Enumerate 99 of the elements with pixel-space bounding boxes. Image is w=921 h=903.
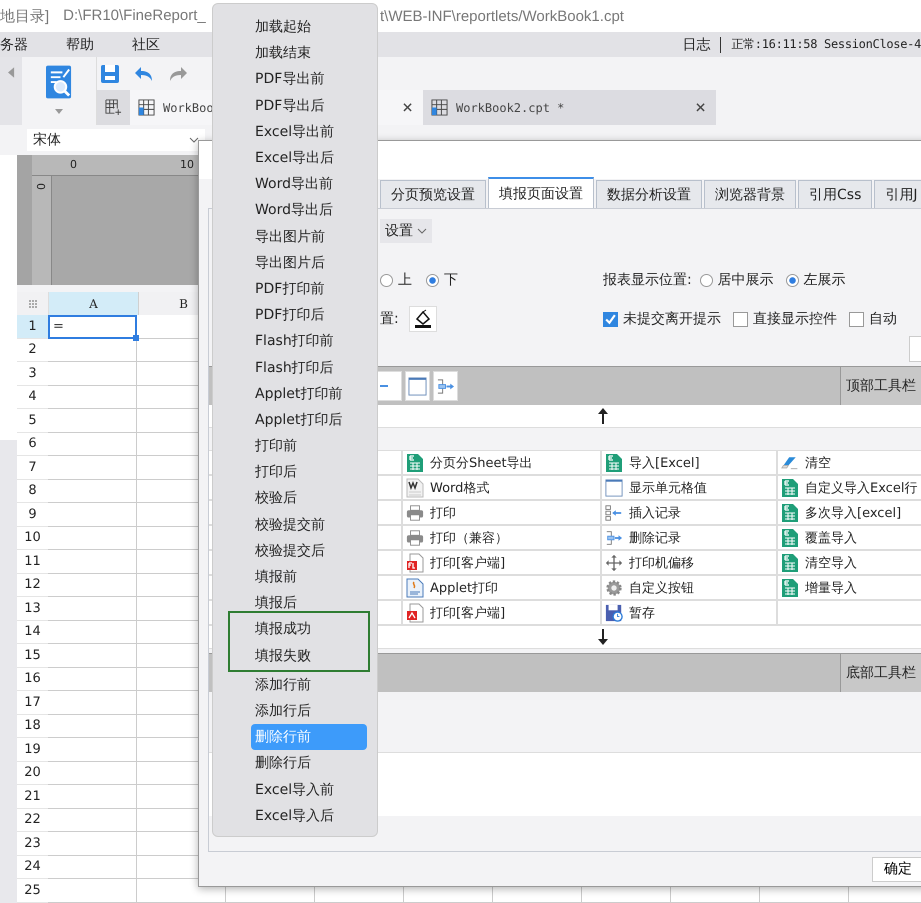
tab-label: WorkBoo bbox=[163, 100, 214, 114]
menu-item[interactable]: PDF导出后 bbox=[213, 92, 377, 119]
toolbar-option[interactable]: 打印[客户端] bbox=[401, 551, 600, 574]
toolbar-option[interactable]: Applet打印 bbox=[401, 576, 600, 599]
radio-label: 居中展示 bbox=[718, 271, 774, 289]
menu-item[interactable]: 打印后 bbox=[213, 459, 377, 486]
file-path: D:\FR10\FineReport_ bbox=[63, 6, 206, 26]
font-select[interactable]: 宋体 bbox=[27, 129, 205, 151]
tab[interactable]: 填报页面设置 bbox=[488, 177, 594, 208]
row-header[interactable]: 22 bbox=[17, 808, 48, 832]
menu-item[interactable]: Flash打印前 bbox=[213, 328, 377, 354]
menu-item[interactable]: 打印前 bbox=[213, 433, 377, 460]
window-title: 地目录] bbox=[0, 6, 50, 26]
menu-item[interactable]: Excel导出前 bbox=[213, 118, 377, 145]
column-header[interactable]: A bbox=[49, 292, 139, 315]
close-icon[interactable]: × bbox=[402, 97, 413, 118]
selected-cell[interactable]: = bbox=[48, 315, 137, 338]
row-header[interactable]: 14 bbox=[17, 620, 48, 644]
row-header[interactable]: 6 bbox=[17, 432, 48, 456]
menu-item[interactable]: 填报后 bbox=[213, 590, 377, 616]
row-header[interactable]: 2 bbox=[17, 338, 48, 362]
row-header[interactable]: 18 bbox=[17, 714, 48, 738]
toolbar-option[interactable]: Word格式 bbox=[401, 476, 600, 499]
ruler-label: 0 bbox=[70, 158, 77, 171]
menu-item[interactable]: 帮助 bbox=[66, 36, 94, 54]
toolbar-label: 底部工具栏 bbox=[840, 654, 921, 692]
row-header[interactable]: 12 bbox=[17, 574, 48, 597]
row-header[interactable]: 10 bbox=[17, 526, 48, 550]
field-label: 报表显示位置: bbox=[603, 271, 692, 289]
toolbar-option[interactable]: 自定义按钮 bbox=[600, 576, 776, 599]
toolbar-option[interactable]: 导入[Excel] bbox=[600, 451, 776, 474]
toolbar-option[interactable]: 增量导入 bbox=[776, 576, 921, 599]
menu-item[interactable]: 填报前 bbox=[213, 564, 377, 590]
menu-item[interactable]: PDF导出前 bbox=[213, 66, 377, 93]
close-icon[interactable]: × bbox=[695, 97, 706, 118]
menu-item[interactable]: 导出图片后 bbox=[213, 250, 377, 276]
row-header[interactable]: 16 bbox=[17, 668, 48, 691]
menu-item[interactable]: Applet打印后 bbox=[213, 406, 377, 433]
row-header[interactable]: 8 bbox=[17, 480, 48, 503]
menu-item[interactable]: Excel导出后 bbox=[213, 144, 377, 172]
ok-button[interactable]: 确定 bbox=[872, 856, 921, 882]
log-link[interactable]: 日志 bbox=[682, 36, 710, 54]
toolbar-option[interactable]: 打印（兼容） bbox=[401, 526, 600, 549]
radio-label: 下 bbox=[444, 271, 458, 289]
menu-item[interactable]: 添加行前 bbox=[213, 672, 377, 698]
file-tab[interactable]: WorkBook2.cpt * × bbox=[423, 90, 716, 125]
menu-item[interactable]: Excel导入后 bbox=[213, 802, 377, 829]
radio-label: 上 bbox=[398, 271, 412, 289]
ruler-label: 10 bbox=[180, 158, 194, 171]
menu-item[interactable]: 导出图片前 bbox=[213, 224, 377, 250]
row-header[interactable]: 1 bbox=[17, 315, 48, 338]
toolbar-option[interactable]: 暂存 bbox=[600, 601, 776, 624]
field-label: 置: bbox=[380, 310, 399, 328]
menu-item[interactable]: 社区 bbox=[132, 36, 160, 54]
toolbar-option[interactable]: 删除记录 bbox=[600, 526, 776, 549]
menu-item[interactable]: 校验提交后 bbox=[213, 538, 377, 564]
menu-item[interactable]: 校验提交前 bbox=[213, 512, 377, 538]
row-header[interactable]: 24 bbox=[17, 856, 48, 879]
tab[interactable]: 浏览器背景 bbox=[704, 180, 796, 208]
tab[interactable]: 引用Css bbox=[798, 180, 872, 208]
menu-item[interactable]: 加载结束 bbox=[213, 40, 377, 66]
tab[interactable]: 引用J bbox=[874, 180, 921, 208]
file-path: t\WEB-INF\reportlets/WorkBook1.cpt bbox=[380, 8, 625, 24]
toolbar-option[interactable]: 打印 bbox=[401, 501, 600, 524]
menu-item[interactable]: 填报成功 bbox=[230, 616, 368, 642]
toolbar-option[interactable]: 清空 bbox=[776, 451, 921, 474]
ruler-label: 0 bbox=[34, 183, 47, 190]
checkbox-label: 自动 bbox=[869, 310, 897, 328]
tab[interactable]: 分页预览设置 bbox=[380, 180, 486, 208]
toolbar-option[interactable]: 插入记录 bbox=[600, 501, 776, 524]
toolbar-option[interactable]: 自定义导入Excel行 bbox=[776, 476, 921, 499]
toolbar-option[interactable]: 打印机偏移 bbox=[600, 551, 776, 574]
tab-label: WorkBook2.cpt * bbox=[456, 100, 564, 114]
checkbox-label: 未提交离开提示 bbox=[623, 310, 721, 328]
dropdown[interactable]: 设置 bbox=[380, 219, 432, 243]
row-header[interactable]: 4 bbox=[17, 386, 48, 409]
menu-item[interactable]: 务器 bbox=[0, 36, 28, 54]
toolbar-label: 顶部工具栏 bbox=[840, 367, 921, 405]
menu-item[interactable]: 加载起始 bbox=[213, 14, 377, 40]
toolbar-option[interactable]: 分页分Sheet导出 bbox=[401, 451, 600, 474]
menu-item[interactable]: Excel导入前 bbox=[213, 776, 377, 803]
status-text: 正常:16:11:58 SessionClose-4 bbox=[731, 36, 921, 53]
toolbar-option[interactable]: 多次导入[excel] bbox=[776, 501, 921, 524]
checkbox-label: 直接显示控件 bbox=[753, 310, 837, 328]
toolbar-option[interactable]: 打印[客户端] bbox=[401, 601, 600, 624]
menu-item[interactable]: 填报失败 bbox=[230, 642, 368, 669]
menu-item[interactable]: Word导出后 bbox=[213, 197, 377, 224]
menu-item[interactable]: Applet打印前 bbox=[213, 380, 377, 407]
menu-item[interactable]: Word导出前 bbox=[213, 171, 377, 198]
row-header[interactable]: 20 bbox=[17, 762, 48, 785]
toolbar-option[interactable]: 显示单元格值 bbox=[600, 476, 776, 499]
tab[interactable]: 数据分析设置 bbox=[596, 180, 702, 208]
radio-label: 左展示 bbox=[804, 271, 846, 289]
menu-item[interactable]: 校验后 bbox=[213, 485, 377, 512]
menu-item[interactable]: 添加行后 bbox=[213, 698, 377, 724]
toolbar-option[interactable]: 清空导入 bbox=[776, 551, 921, 574]
toolbar-option[interactable]: 覆盖导入 bbox=[776, 526, 921, 549]
menu-item[interactable]: 删除行后 bbox=[213, 750, 377, 776]
menu-item[interactable]: Flash打印后 bbox=[213, 354, 377, 381]
